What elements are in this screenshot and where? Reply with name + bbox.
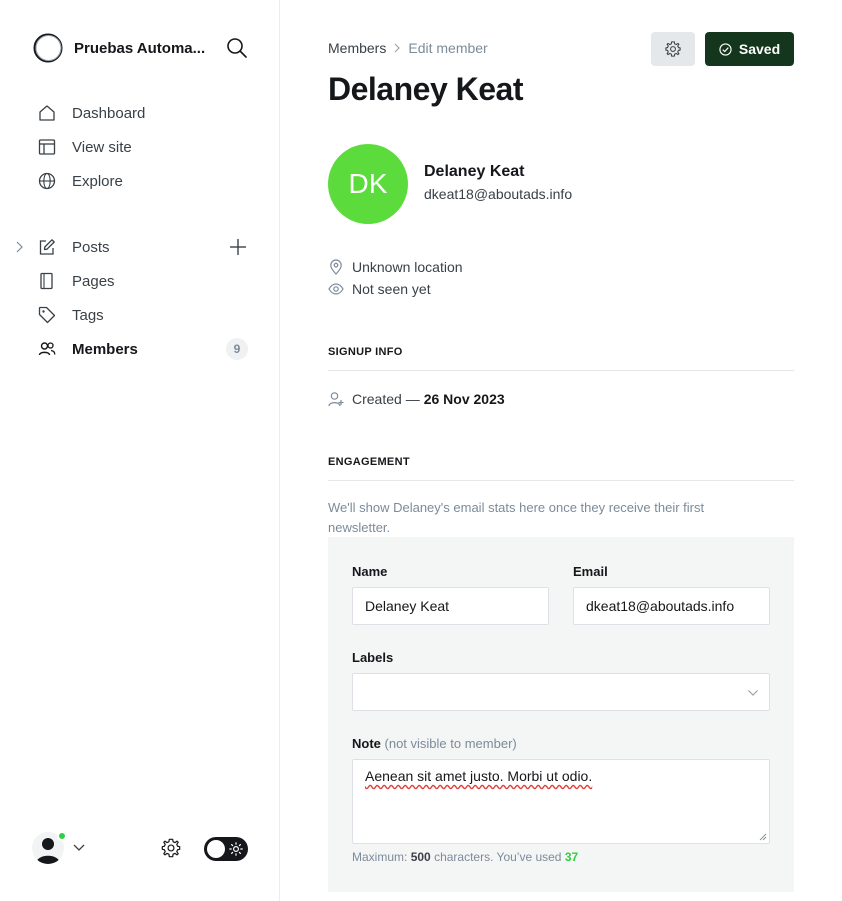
add-post-icon[interactable] bbox=[228, 237, 248, 257]
created-info: Created — 26 Nov 2023 bbox=[328, 391, 505, 407]
last-seen-text: Not seen yet bbox=[352, 281, 431, 297]
engagement-note: We'll show Delaney's email stats here on… bbox=[328, 500, 705, 535]
member-email: dkeat18@aboutads.info bbox=[424, 186, 573, 202]
nav-item-view-site[interactable]: View site bbox=[0, 130, 280, 164]
created-prefix: Created — bbox=[352, 391, 420, 407]
signup-info-heading: SIGNUP INFO bbox=[328, 346, 794, 371]
name-field-value: Delaney Keat bbox=[365, 598, 450, 614]
breadcrumb-current: Edit member bbox=[408, 40, 488, 56]
nav-label-posts: Posts bbox=[72, 238, 110, 256]
email-field[interactable]: dkeat18@aboutads.info bbox=[573, 587, 770, 625]
email-field-value: dkeat18@aboutads.info bbox=[586, 598, 735, 614]
char-count-used: 37 bbox=[564, 850, 579, 864]
nav-label-pages: Pages bbox=[72, 272, 115, 290]
site-name: Pruebas Automa... bbox=[74, 39, 206, 57]
nav-label-view-site: View site bbox=[72, 138, 132, 156]
nav-item-explore[interactable]: Explore bbox=[0, 164, 280, 198]
page-title: Delaney Keat bbox=[328, 71, 523, 107]
page-icon bbox=[38, 272, 56, 290]
char-count-prefix: Maximum: bbox=[352, 850, 408, 864]
email-label: Email bbox=[573, 564, 608, 579]
note-char-count: Maximum: 500 characters. You’ve used 37 bbox=[352, 850, 578, 864]
nav-item-pages[interactable]: Pages bbox=[0, 264, 280, 298]
note-label-hint: (not visible to member) bbox=[384, 736, 517, 751]
nav-item-members[interactable]: Members 9 bbox=[0, 332, 280, 366]
sun-icon bbox=[229, 842, 243, 856]
search-icon[interactable] bbox=[226, 37, 248, 59]
primary-nav: Dashboard View site Explore bbox=[0, 96, 280, 198]
nav-label-tags: Tags bbox=[72, 306, 104, 324]
member-avatar: DK bbox=[328, 144, 408, 224]
note-label: Note (not visible to member) bbox=[352, 736, 517, 751]
tag-icon bbox=[38, 306, 56, 324]
chevron-right-icon bbox=[394, 43, 401, 53]
site-logo-icon bbox=[33, 33, 63, 63]
name-label: Name bbox=[352, 564, 388, 579]
gear-icon bbox=[665, 41, 681, 57]
note-textarea[interactable]: Aenean sit amet justo. Morbi ut odio. bbox=[352, 759, 770, 844]
user-add-icon bbox=[328, 392, 344, 407]
layout-icon bbox=[38, 138, 56, 156]
nav-item-dashboard[interactable]: Dashboard bbox=[0, 96, 280, 130]
labels-label: Labels bbox=[352, 650, 394, 665]
save-button-label: Saved bbox=[738, 41, 781, 57]
location-text: Unknown location bbox=[352, 259, 463, 275]
resize-handle-icon[interactable] bbox=[759, 833, 767, 841]
nav-item-posts[interactable]: Posts bbox=[0, 230, 280, 264]
nav-item-tags[interactable]: Tags bbox=[0, 298, 280, 332]
nav-label-explore: Explore bbox=[72, 172, 123, 190]
online-status-dot bbox=[57, 831, 67, 841]
sidebar-footer bbox=[32, 830, 248, 866]
secondary-nav: Posts Pages Tags Members 9 bbox=[0, 230, 280, 366]
breadcrumb: Members Edit member bbox=[328, 40, 488, 56]
check-circle-icon bbox=[719, 42, 732, 56]
member-location: Unknown location bbox=[328, 259, 463, 275]
home-icon bbox=[38, 104, 56, 122]
site-brand[interactable]: Pruebas Automa... bbox=[32, 32, 205, 64]
members-icon bbox=[38, 340, 56, 358]
member-settings-button[interactable] bbox=[651, 32, 695, 66]
engagement-heading: ENGAGEMENT bbox=[328, 456, 794, 481]
member-name: Delaney Keat bbox=[424, 163, 525, 180]
member-initials: DK bbox=[348, 168, 388, 199]
char-count-max: 500 bbox=[410, 850, 431, 864]
char-count-mid: characters. You’ve used bbox=[434, 850, 562, 864]
note-textarea-value: Aenean sit amet justo. Morbi ut odio. bbox=[365, 768, 593, 784]
name-field[interactable]: Delaney Keat bbox=[352, 587, 549, 625]
created-date: 26 Nov 2023 bbox=[423, 391, 505, 407]
member-form: Name Email Delaney Keat dkeat18@aboutads… bbox=[328, 537, 794, 892]
pen-icon bbox=[38, 238, 56, 256]
member-last-seen: Not seen yet bbox=[328, 281, 431, 297]
sidebar: Pruebas Automa... Dashboard View site Ex… bbox=[0, 0, 280, 901]
members-count-badge: 9 bbox=[226, 338, 248, 360]
chevron-right-icon[interactable] bbox=[14, 239, 26, 255]
theme-toggle[interactable] bbox=[204, 837, 248, 861]
chevron-down-icon[interactable] bbox=[72, 842, 86, 854]
chevron-down-icon bbox=[748, 690, 758, 696]
eye-icon bbox=[328, 283, 344, 295]
toggle-knob bbox=[207, 840, 225, 858]
gear-icon[interactable] bbox=[160, 837, 182, 859]
globe-icon bbox=[38, 172, 56, 190]
labels-select[interactable] bbox=[352, 673, 770, 711]
nav-label-dashboard: Dashboard bbox=[72, 104, 146, 122]
nav-label-members: Members bbox=[72, 340, 138, 358]
location-pin-icon bbox=[330, 259, 342, 275]
save-button[interactable]: Saved bbox=[705, 32, 794, 66]
breadcrumb-members-link[interactable]: Members bbox=[328, 40, 386, 56]
note-label-text: Note bbox=[352, 736, 381, 751]
